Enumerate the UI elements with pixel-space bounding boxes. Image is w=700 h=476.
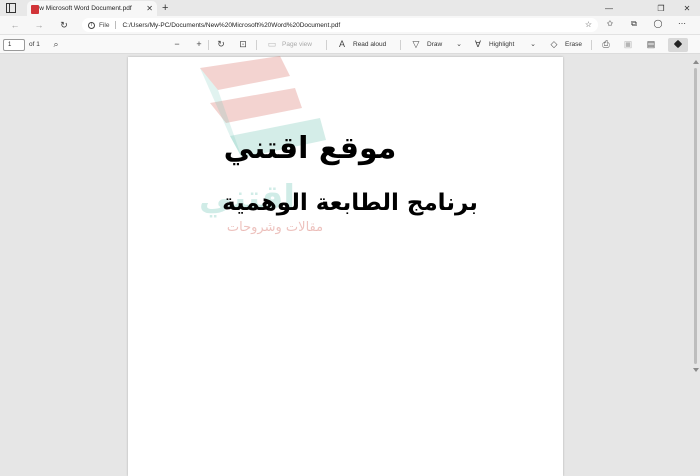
- page-view-icon[interactable]: ▭: [266, 39, 278, 50]
- search-icon[interactable]: ⌕: [50, 39, 62, 50]
- page-total: of 1: [29, 41, 40, 48]
- close-window-button[interactable]: ✕: [674, 0, 700, 16]
- more-menu-icon[interactable]: ⋯: [676, 19, 688, 28]
- divider: [400, 40, 401, 50]
- document-heading: موقع اقتني: [223, 131, 397, 166]
- watermark-subtitle: مقالات وشروحات: [226, 220, 324, 235]
- zoom-in-icon[interactable]: +: [193, 39, 205, 50]
- scroll-down-arrow-icon[interactable]: [693, 368, 699, 372]
- page-view-button[interactable]: Page view: [282, 41, 312, 48]
- pdf-file-icon: [31, 5, 39, 14]
- pdf-page: [128, 57, 563, 476]
- divider: [115, 21, 117, 29]
- tab-bar: New Microsoft Word Document.pdf ✕ + — ❐ …: [0, 0, 700, 16]
- pdf-toolbar: 1 of 1 ⌕ − + ↻ ⊡ ▭ Page view A Read alou…: [0, 34, 700, 54]
- read-aloud-button[interactable]: Read aloud: [353, 41, 386, 48]
- print-icon[interactable]: ⎙: [600, 39, 612, 50]
- page-number-input[interactable]: 1: [3, 39, 25, 51]
- tab-actions-icon[interactable]: [6, 3, 16, 13]
- fit-page-icon[interactable]: ⊡: [237, 39, 249, 50]
- tab-title: New Microsoft Word Document.pdf: [31, 5, 132, 12]
- rotate-icon[interactable]: ↻: [215, 39, 227, 50]
- scheme-label: File: [99, 21, 110, 29]
- divider: [591, 40, 592, 50]
- url-text[interactable]: C:/Users/My-PC/Documents/New%20Microsoft…: [122, 22, 340, 29]
- close-tab-icon[interactable]: ✕: [146, 4, 153, 13]
- zoom-out-icon[interactable]: −: [171, 39, 183, 50]
- document-subheading: برنامج الطابعة الوهمية: [222, 190, 478, 216]
- scroll-up-arrow-icon[interactable]: [693, 60, 699, 64]
- collections-icon[interactable]: ⧉: [628, 19, 640, 29]
- divider: [326, 40, 327, 50]
- draw-icon[interactable]: ▽: [410, 39, 422, 50]
- favorites-icon[interactable]: ✩: [604, 19, 616, 28]
- address-bar[interactable]: i File C:/Users/My-PC/Documents/New%20Mi…: [82, 18, 598, 32]
- profile-icon[interactable]: ◯: [652, 19, 664, 28]
- highlight-options-chevron-icon[interactable]: ⌄: [527, 39, 539, 50]
- erase-button[interactable]: Erase: [565, 41, 582, 48]
- save-icon[interactable]: ▣: [622, 39, 634, 50]
- pin-toolbar-button[interactable]: [668, 38, 688, 52]
- divider: [256, 40, 257, 50]
- back-button[interactable]: ←: [8, 18, 22, 32]
- refresh-button[interactable]: ↻: [57, 18, 71, 32]
- tab-active[interactable]: New Microsoft Word Document.pdf ✕: [27, 1, 157, 16]
- info-icon[interactable]: i: [88, 21, 95, 29]
- draw-button[interactable]: Draw: [427, 41, 442, 48]
- read-aloud-icon[interactable]: A: [336, 39, 348, 50]
- new-tab-button[interactable]: +: [162, 1, 168, 15]
- address-bar-row: ← → ↻ i File C:/Users/My-PC/Documents/Ne…: [0, 16, 700, 34]
- scrollbar-thumb[interactable]: [694, 68, 697, 364]
- restore-button[interactable]: ❐: [648, 0, 674, 16]
- highlight-icon[interactable]: ∀: [472, 39, 484, 50]
- browser-window: New Microsoft Word Document.pdf ✕ + — ❐ …: [0, 0, 700, 476]
- highlight-button[interactable]: Highlight: [489, 41, 514, 48]
- forward-button[interactable]: →: [32, 18, 46, 32]
- minimize-button[interactable]: —: [596, 0, 622, 16]
- draw-options-chevron-icon[interactable]: ⌄: [453, 39, 465, 50]
- eraser-icon[interactable]: ◇: [548, 39, 560, 50]
- divider: [208, 40, 209, 50]
- add-favorite-icon[interactable]: ☆: [585, 20, 592, 29]
- save-as-icon[interactable]: ▤: [645, 39, 657, 50]
